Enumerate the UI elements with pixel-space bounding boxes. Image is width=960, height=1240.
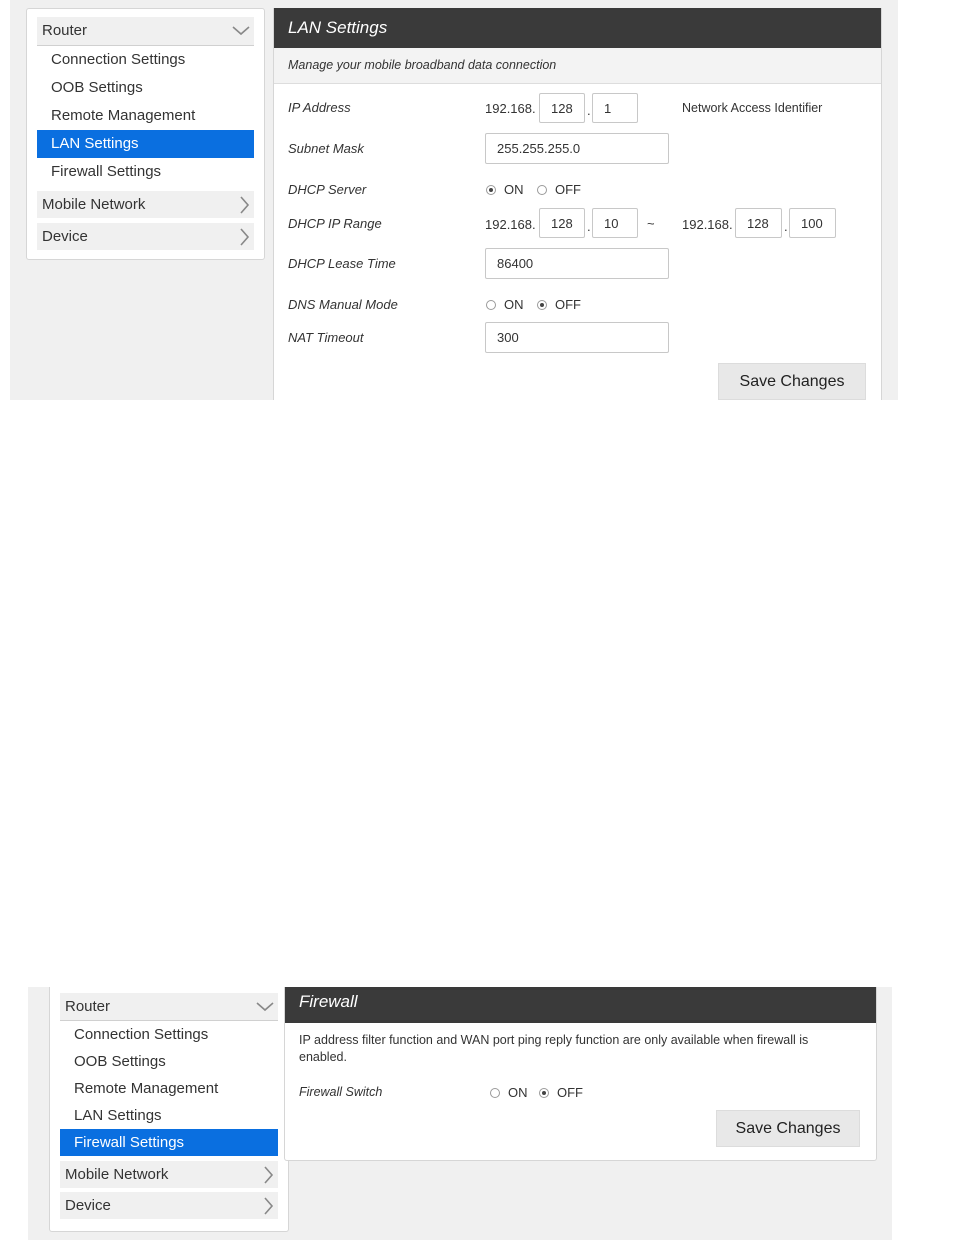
page-title: LAN Settings [274, 8, 881, 48]
dhcp-server-label: DHCP Server [288, 182, 367, 197]
chevron-down-icon [232, 26, 250, 36]
dhcp-range-end-octet4-input[interactable]: 100 [789, 208, 836, 238]
sidebar-item-lan-settings[interactable]: LAN Settings [60, 1102, 278, 1129]
sidebar-item-connection-settings[interactable]: Connection Settings [60, 1021, 278, 1048]
dhcp-range-start-octet4-input[interactable]: 10 [592, 208, 638, 238]
dns-manual-mode-on-label: ON [504, 297, 524, 312]
sidebar-item-remote-management[interactable]: Remote Management [60, 1075, 278, 1102]
range-separator: ~ [647, 216, 655, 231]
menu-router-label: Router [65, 998, 111, 1015]
ip-address-prefix: 192.168. [485, 101, 536, 116]
menu-router-label: Router [42, 22, 88, 39]
save-changes-button[interactable]: Save Changes [716, 1110, 860, 1147]
firewall-switch-on-radio[interactable] [490, 1088, 500, 1098]
menu-device-label: Device [42, 228, 88, 245]
firewall-switch-off-radio[interactable] [539, 1088, 549, 1098]
menu-device[interactable]: Device [37, 223, 254, 250]
ip-address-octet4-input[interactable]: 1 [592, 93, 638, 123]
ip-dot: . [784, 219, 788, 234]
subnet-mask-input[interactable]: 255.255.255.0 [485, 133, 669, 164]
firewall-settings-screenshot: Router Connection Settings OOB Settings … [28, 987, 892, 1240]
ip-dot: . [587, 219, 591, 234]
sidebar-item-remote-management[interactable]: Remote Management [37, 102, 254, 130]
page-title: Firewall [285, 987, 876, 1023]
dhcp-range-start-octet3-input[interactable]: 128 [539, 208, 585, 238]
sidebar-item-connection-settings[interactable]: Connection Settings [37, 46, 254, 74]
dhcp-server-off-radio[interactable] [537, 185, 547, 195]
sidebar-item-firewall-settings[interactable]: Firewall Settings [60, 1129, 278, 1156]
nat-timeout-label: NAT Timeout [288, 330, 364, 345]
sidebar-item-lan-settings[interactable]: LAN Settings [37, 130, 254, 158]
dns-manual-mode-on-radio[interactable] [486, 300, 496, 310]
lan-settings-screenshot: Router Connection Settings OOB Settings … [10, 0, 898, 400]
ip-address-label: IP Address [288, 100, 351, 115]
chevron-right-icon [240, 228, 250, 246]
dhcp-range-end-prefix: 192.168. [682, 217, 733, 232]
lan-settings-panel: LAN Settings Manage your mobile broadban… [273, 8, 882, 400]
menu-device-label: Device [65, 1197, 111, 1214]
subnet-mask-label: Subnet Mask [288, 141, 364, 156]
menu-device[interactable]: Device [60, 1192, 278, 1219]
chevron-down-icon [256, 1002, 274, 1012]
ip-address-octet3-input[interactable]: 128 [539, 93, 585, 123]
menu-mobile-network-label: Mobile Network [42, 196, 146, 213]
menu-mobile-network[interactable]: Mobile Network [37, 191, 254, 218]
dhcp-lease-time-input[interactable]: 86400 [485, 248, 669, 279]
nat-timeout-input[interactable]: 300 [485, 322, 669, 353]
dhcp-server-on-radio[interactable] [486, 185, 496, 195]
dhcp-lease-time-label: DHCP Lease Time [288, 256, 396, 271]
menu-mobile-network[interactable]: Mobile Network [60, 1161, 278, 1188]
network-access-identifier-text: Network Access Identifier [682, 101, 823, 115]
sidebar: Router Connection Settings OOB Settings … [26, 8, 265, 260]
sidebar: Router Connection Settings OOB Settings … [49, 987, 289, 1232]
chevron-right-icon [264, 1166, 274, 1184]
dhcp-server-on-label: ON [504, 182, 524, 197]
firewall-switch-label: Firewall Switch [299, 1085, 383, 1099]
sidebar-item-firewall-settings[interactable]: Firewall Settings [37, 158, 254, 186]
page-description: IP address filter function and WAN port … [299, 1033, 809, 1064]
ip-dot: . [587, 103, 591, 118]
sidebar-item-oob-settings[interactable]: OOB Settings [60, 1048, 278, 1075]
dhcp-server-off-label: OFF [555, 182, 581, 197]
firewall-switch-off-label: OFF [557, 1085, 583, 1100]
sidebar-item-oob-settings[interactable]: OOB Settings [37, 74, 254, 102]
menu-router[interactable]: Router [60, 993, 278, 1021]
save-changes-button[interactable]: Save Changes [718, 363, 866, 400]
chevron-right-icon [240, 196, 250, 214]
dhcp-ip-range-label: DHCP IP Range [288, 216, 382, 231]
dns-manual-mode-off-label: OFF [555, 297, 581, 312]
dhcp-range-start-prefix: 192.168. [485, 217, 536, 232]
menu-router[interactable]: Router [37, 17, 254, 45]
menu-mobile-network-label: Mobile Network [65, 1166, 169, 1183]
dns-manual-mode-label: DNS Manual Mode [288, 297, 398, 312]
firewall-switch-on-label: ON [508, 1085, 528, 1100]
dhcp-range-end-octet3-input[interactable]: 128 [735, 208, 782, 238]
dns-manual-mode-off-radio[interactable] [537, 300, 547, 310]
firewall-panel: Firewall IP address filter function and … [284, 987, 877, 1161]
page-description: Manage your mobile broadband data connec… [288, 58, 557, 72]
chevron-right-icon [264, 1197, 274, 1215]
